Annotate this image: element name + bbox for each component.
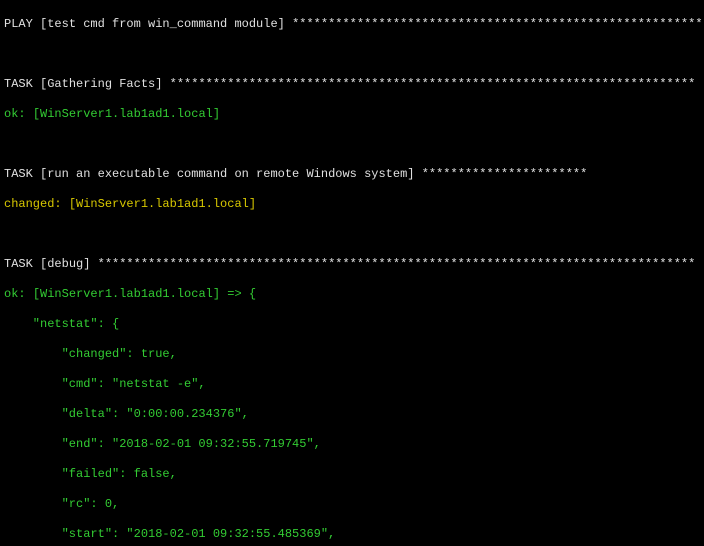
- task-label: TASK: [4, 257, 40, 271]
- task2-status: changed:: [4, 197, 69, 211]
- task-label: TASK: [4, 167, 40, 181]
- play-header: PLAY [test cmd from win_command module] …: [4, 17, 700, 32]
- task3-header: TASK [debug] ***************************…: [4, 257, 700, 272]
- task2-result: changed: [WinServer1.lab1ad1.local]: [4, 197, 700, 212]
- task-label: TASK: [4, 77, 40, 91]
- play-name: [test cmd from win_command module]: [40, 17, 292, 31]
- debug-line: "cmd": "netstat -e",: [4, 377, 700, 392]
- task1-host: [WinServer1.lab1ad1.local]: [33, 107, 220, 121]
- task1-header: TASK [Gathering Facts] *****************…: [4, 77, 700, 92]
- task1-status: ok:: [4, 107, 33, 121]
- task3-host: [WinServer1.lab1ad1.local]: [33, 287, 220, 301]
- debug-line: "rc": 0,: [4, 497, 700, 512]
- play-label: PLAY: [4, 17, 40, 31]
- debug-line: "failed": false,: [4, 467, 700, 482]
- debug-line: "end": "2018-02-01 09:32:55.719745",: [4, 437, 700, 452]
- task3-result: ok: [WinServer1.lab1ad1.local] => {: [4, 287, 700, 302]
- task2-name: [run an executable command on remote Win…: [40, 167, 422, 181]
- task2-host: [WinServer1.lab1ad1.local]: [69, 197, 256, 211]
- debug-line: "delta": "0:00:00.234376",: [4, 407, 700, 422]
- task3-name: [debug]: [40, 257, 98, 271]
- task1-result: ok: [WinServer1.lab1ad1.local]: [4, 107, 700, 122]
- blank: [4, 227, 700, 242]
- task3-arrow: => {: [220, 287, 256, 301]
- task2-stars: ***********************: [422, 167, 588, 181]
- debug-line: "netstat": {: [4, 317, 700, 332]
- task3-stars: ****************************************…: [98, 257, 696, 271]
- blank: [4, 137, 700, 152]
- blank: [4, 47, 700, 62]
- task1-stars: ****************************************…: [170, 77, 696, 91]
- task3-status: ok:: [4, 287, 33, 301]
- task1-name: [Gathering Facts]: [40, 77, 170, 91]
- ansible-terminal-output: PLAY [test cmd from win_command module] …: [0, 0, 704, 546]
- debug-line: "start": "2018-02-01 09:32:55.485369",: [4, 527, 700, 542]
- task2-header: TASK [run an executable command on remot…: [4, 167, 700, 182]
- play-stars: ****************************************…: [292, 17, 704, 31]
- debug-line: "changed": true,: [4, 347, 700, 362]
